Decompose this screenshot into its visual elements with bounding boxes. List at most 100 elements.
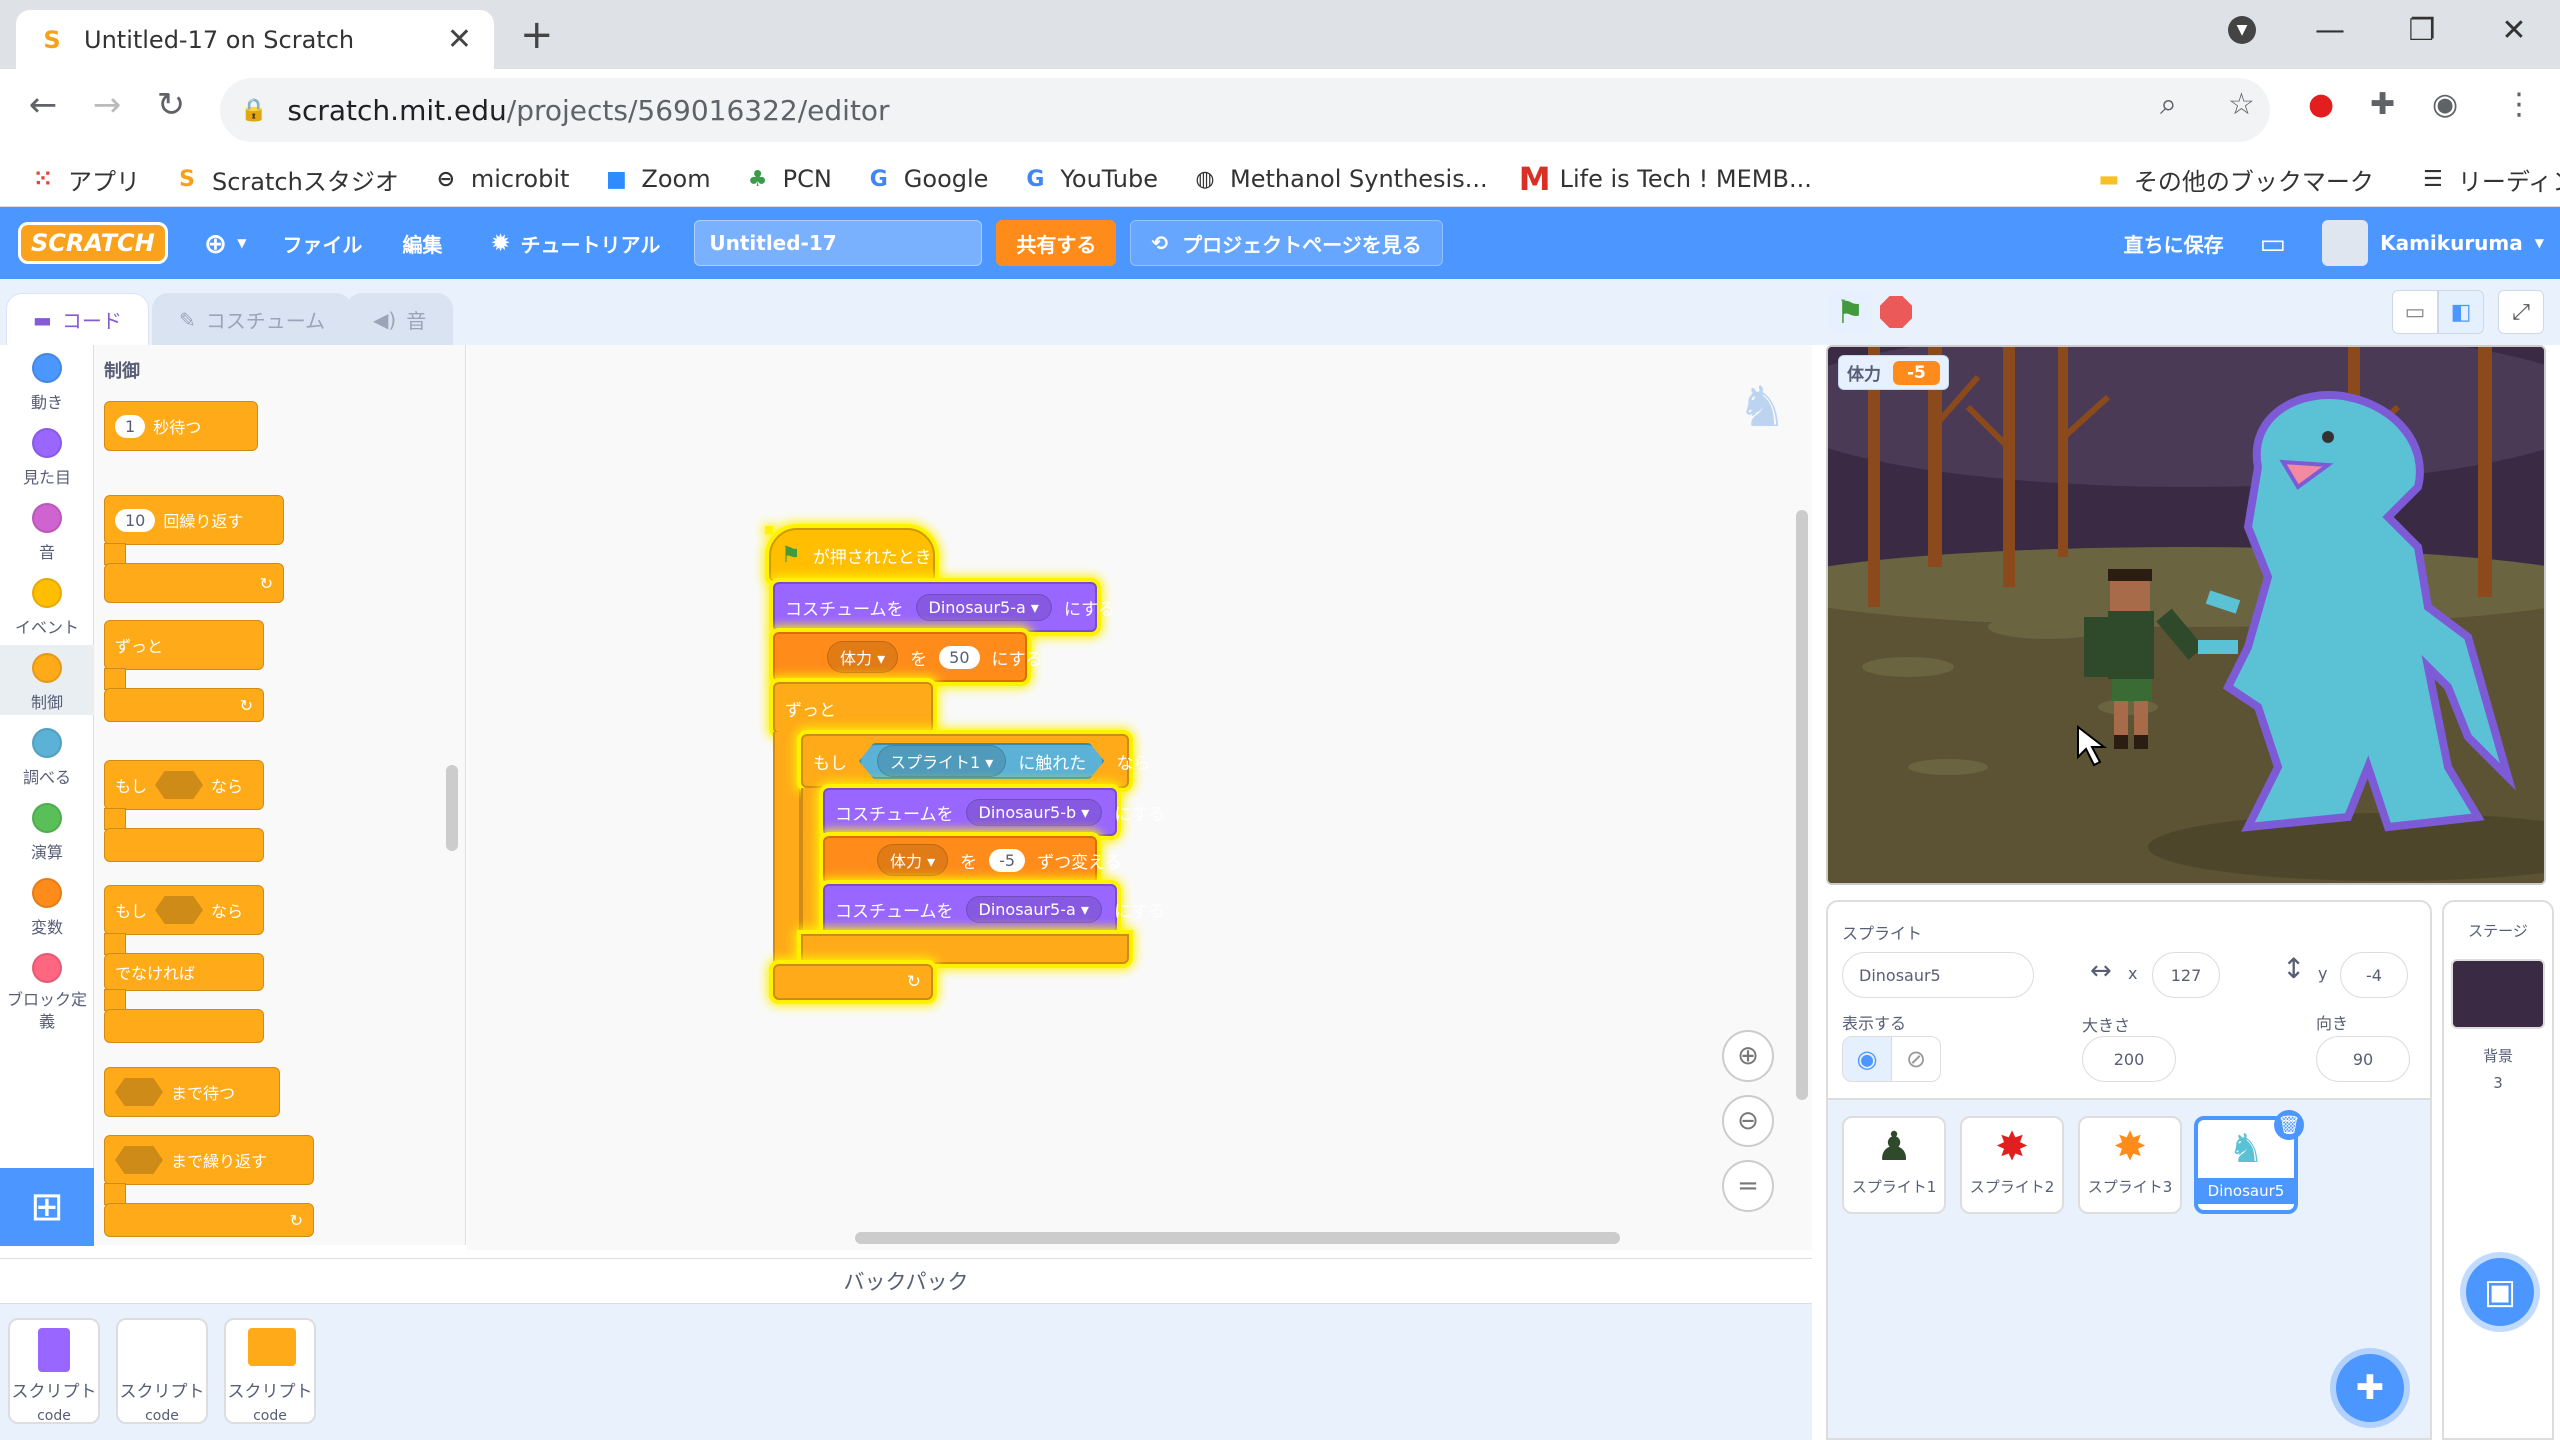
category-variables[interactable]: 変数 (0, 878, 94, 938)
category-motion[interactable]: 動き (0, 353, 94, 413)
bookmark-pcn[interactable]: ♣ PCN (745, 165, 832, 193)
variable-monitor[interactable]: 体力 -5 (1838, 355, 1949, 390)
tab-code[interactable]: ▬ コード (6, 293, 149, 345)
bookmark-youtube[interactable]: G YouTube (1022, 165, 1158, 193)
delete-sprite-icon[interactable]: 🗑 (2274, 1110, 2304, 1140)
add-extension-button[interactable]: ⊞ (0, 1168, 94, 1246)
restore-icon[interactable]: ❐ (2392, 0, 2452, 60)
script-vscrollbar[interactable] (1796, 510, 1808, 1100)
stage-selector[interactable]: ステージ 背景 3 ▣ (2442, 900, 2554, 1440)
tab-search-icon[interactable]: ▼ (2212, 0, 2272, 60)
tutorial-button[interactable]: ✹ チュートリアル (490, 229, 660, 258)
green-flag-button[interactable]: ⚑ (1828, 290, 1872, 334)
reading-list[interactable]: ☰リーディング リスト (2420, 162, 2560, 197)
category-my-blocks[interactable]: ブロック定義 (0, 953, 94, 1033)
stage-canvas[interactable]: 体力 -5 (1826, 345, 2546, 885)
category-sensing[interactable]: 調べる (0, 728, 94, 788)
if-then-block[interactable]: もし スプライト1 ▾ に触れた なら (801, 734, 1150, 788)
variable-dropdown[interactable]: 体力 ▾ (827, 641, 899, 673)
stop-button[interactable] (1880, 296, 1912, 328)
category-control[interactable]: 制御 (0, 645, 94, 715)
reload-icon[interactable]: ↻ (146, 85, 196, 125)
backpack-item[interactable]: スクリプト code (224, 1318, 316, 1424)
costume-dropdown-3[interactable]: Dinosaur5-a ▾ (965, 895, 1102, 923)
minimize-icon[interactable]: — (2300, 0, 2360, 60)
repeat-until-block[interactable]: まで繰り返す (104, 1135, 314, 1185)
bookmark-scratch-studio[interactable]: S Scratchスタジオ (174, 162, 399, 197)
forever-block[interactable]: ずっと (104, 620, 264, 670)
switch-costume-block-2[interactable]: コスチュームを Dinosaur5-b ▾ にする (823, 788, 1165, 836)
hide-button[interactable]: ⊘ (1891, 1036, 1941, 1082)
forward-icon[interactable]: → (82, 85, 132, 125)
back-icon[interactable]: ← (18, 85, 68, 125)
scratch-logo[interactable]: SCRATCH (18, 222, 168, 264)
project-title-input[interactable]: Untitled-17 (694, 220, 983, 266)
sprite-thumb-dinosaur5[interactable]: ♞ Dinosaur5 🗑 (2194, 1110, 2304, 1214)
profile-icon[interactable]: ◉ (2432, 87, 2458, 122)
fullscreen-button[interactable]: ⤢ (2498, 290, 2544, 334)
bookmark-life-is-tech[interactable]: M Life is Tech ! MEMB... (1519, 160, 1812, 198)
share-button[interactable]: 共有する (996, 220, 1117, 266)
sprite-name-input[interactable]: Dinosaur5 (1842, 952, 2034, 998)
backpack-item[interactable]: スクリプト code (8, 1318, 100, 1424)
normal-stage-button[interactable]: ◧ (2438, 290, 2484, 334)
switch-costume-block[interactable]: コスチュームを Dinosaur5-a ▾ にする (773, 582, 1115, 632)
address-bar[interactable]: 🔒 scratch.mit.edu/projects/569016322/edi… (220, 78, 2270, 142)
script-hscrollbar[interactable] (855, 1232, 1620, 1244)
zoom-icon[interactable]: ⌕ (2160, 87, 2177, 122)
backpack-header[interactable]: バックパック (0, 1258, 1812, 1304)
window-close-icon[interactable]: ✕ (2484, 0, 2544, 60)
bookmark-microbit[interactable]: ⊖ microbit (433, 165, 570, 193)
y-position-input[interactable]: -4 (2340, 952, 2408, 998)
set-variable-block[interactable]: 体力 ▾ を 50 にする (773, 632, 1043, 682)
when-flag-clicked-block[interactable]: ⚑ が押されたとき (769, 528, 935, 582)
language-menu[interactable]: ⊕ ▼ (204, 227, 247, 260)
save-now-button[interactable]: 直ちに保存 (2124, 229, 2224, 258)
category-operators[interactable]: 演算 (0, 803, 94, 863)
bookmark-star-icon[interactable]: ☆ (2228, 87, 2255, 122)
costume-dropdown[interactable]: Dinosaur5-a ▾ (915, 593, 1052, 621)
tab-sound[interactable]: ◀) 音 (346, 293, 454, 345)
wait-seconds-input[interactable]: 1 (115, 414, 146, 438)
costume-dropdown-2[interactable]: Dinosaur5-b ▾ (965, 798, 1103, 826)
wait-block[interactable]: 1 秒待つ (104, 401, 258, 451)
file-menu[interactable]: ファイル (282, 229, 362, 258)
edit-menu[interactable]: 編集 (402, 229, 442, 258)
bookmark-zoom[interactable]: ■ Zoom (603, 165, 711, 193)
see-project-page-button[interactable]: ⟲ プロジェクトページを見る (1130, 220, 1443, 266)
browser-menu-icon[interactable]: ⋮ (2504, 87, 2534, 122)
extension-red-icon[interactable]: ● (2308, 87, 2334, 122)
wait-until-block[interactable]: まで待つ (104, 1067, 280, 1117)
sprite-thumb-2[interactable]: ✸ スプライト2 (1960, 1116, 2064, 1214)
choose-sprite-button[interactable]: ✚ (2336, 1354, 2404, 1422)
change-variable-block[interactable]: 体力 ▾ を -5 ずつ変える (823, 836, 1122, 884)
my-stuff-folder-icon[interactable]: ▭ (2260, 227, 2286, 260)
zoom-reset-button[interactable]: = (1722, 1160, 1774, 1212)
show-button[interactable]: ◉ (1842, 1036, 1892, 1082)
zoom-in-button[interactable]: ⊕ (1722, 1030, 1774, 1082)
new-tab-icon[interactable]: + (520, 12, 554, 58)
extensions-puzzle-icon[interactable]: ✚ (2370, 87, 2395, 122)
set-value-input[interactable]: 50 (939, 645, 980, 669)
small-stage-button[interactable]: ▭ (2392, 290, 2438, 334)
switch-costume-block-3[interactable]: コスチュームを Dinosaur5-a ▾ にする (823, 884, 1165, 934)
script-area[interactable]: ♞ ⚑ が押されたとき コスチュームを Dinosaur5-a ▾ にする 体力 ▾ を… (467, 345, 1812, 1250)
close-tab-icon[interactable]: ✕ (447, 22, 472, 57)
category-looks[interactable]: 見た目 (0, 428, 94, 488)
account-menu[interactable]: Kamikuruma ▼ (2322, 220, 2544, 266)
touching-target-dropdown[interactable]: スプライト1 ▾ (877, 745, 1007, 777)
zoom-out-button[interactable]: ⊖ (1722, 1095, 1774, 1147)
forever-loop-block[interactable]: ずっと (773, 682, 933, 734)
sprite-thumb-3[interactable]: ✸ スプライト3 (2078, 1116, 2182, 1214)
if-then-block[interactable]: もし なら (104, 760, 264, 810)
change-variable-dropdown[interactable]: 体力 ▾ (877, 844, 949, 876)
tab-costume[interactable]: ✎ コスチューム (152, 293, 353, 345)
bookmark-methanol[interactable]: ◍ Methanol Synthesis... (1192, 165, 1487, 193)
sprite-thumb-1[interactable]: ♟ スプライト1 (1842, 1116, 1946, 1214)
x-position-input[interactable]: 127 (2152, 952, 2220, 998)
bookmark-apps[interactable]: ⁙ アプリ (30, 162, 140, 197)
palette-scrollbar[interactable] (446, 765, 458, 851)
if-else-block[interactable]: もし なら (104, 885, 264, 935)
repeat-block[interactable]: 10 回繰り返す (104, 495, 284, 545)
category-sound[interactable]: 音 (0, 503, 94, 563)
